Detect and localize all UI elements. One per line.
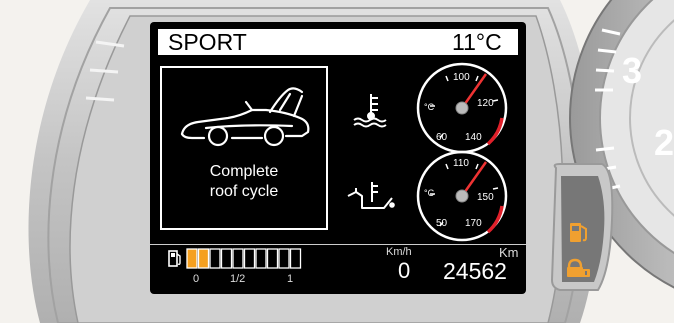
outside-temperature: 11°C [452, 29, 502, 55]
coolant-unit: °C [424, 102, 435, 112]
fuel-level-bar [186, 248, 302, 269]
warning-light-panel [546, 164, 610, 292]
oil-temperature-icon [347, 182, 395, 209]
oil-tick-150: 150 [477, 192, 494, 203]
display-header: SPORT 11°C [158, 29, 518, 55]
oil-tick-50: 50 [436, 218, 448, 229]
oil-tick-110: 110 [453, 158, 469, 169]
drive-mode-label: SPORT [168, 29, 247, 55]
coolant-temperature-icon [353, 94, 387, 128]
message-line-2: roof cycle [209, 183, 279, 200]
fuel-segment-empty [278, 248, 290, 269]
convertible-car-icon [180, 87, 310, 147]
speed-unit: Km/h [386, 246, 412, 258]
fuel-segment-empty [255, 248, 267, 269]
odometer-readout: 24562 [443, 258, 507, 284]
lock-icon [567, 258, 590, 277]
oil-unit: °C [424, 188, 435, 198]
instrument-cluster: 3 2 SPORT 11°C Complete roof cycle °C 60… [0, 0, 674, 323]
fuel-segment-empty [220, 248, 233, 269]
fuel-segment-filled [197, 248, 210, 269]
coolant-tick-100: 100 [453, 72, 470, 83]
fuel-segment-empty [266, 248, 279, 269]
speed-readout: 0 [398, 258, 411, 283]
roof-message: Complete roof cycle [160, 162, 328, 202]
fuel-segment-empty [289, 248, 302, 269]
coolant-redline [486, 117, 504, 146]
oil-redline [486, 205, 504, 234]
tachometer-number-2: 2 [654, 122, 674, 163]
fuel-label-full: 1 [287, 273, 294, 285]
fuel-pump-icon [168, 250, 181, 267]
fuel-segment-empty [209, 248, 221, 269]
fuel-segment-empty [243, 248, 256, 269]
fuel-segment-empty [232, 248, 244, 269]
fuel-label-empty: 0 [193, 273, 200, 285]
message-line-1: Complete [209, 163, 279, 180]
oil-tick-170: 170 [465, 218, 482, 229]
coolant-tick-140: 140 [465, 132, 482, 143]
fuel-segment-filled [186, 248, 198, 269]
coolant-tick-60: 60 [436, 132, 448, 143]
fuel-label-half: 1/2 [230, 273, 246, 285]
low-fuel-icon [570, 223, 587, 242]
coolant-tick-120: 120 [477, 98, 494, 109]
roof-status-panel [160, 66, 328, 230]
lcd-display: SPORT 11°C Complete roof cycle °C 60 100… [150, 22, 526, 294]
tachometer-number-3: 3 [622, 50, 643, 91]
